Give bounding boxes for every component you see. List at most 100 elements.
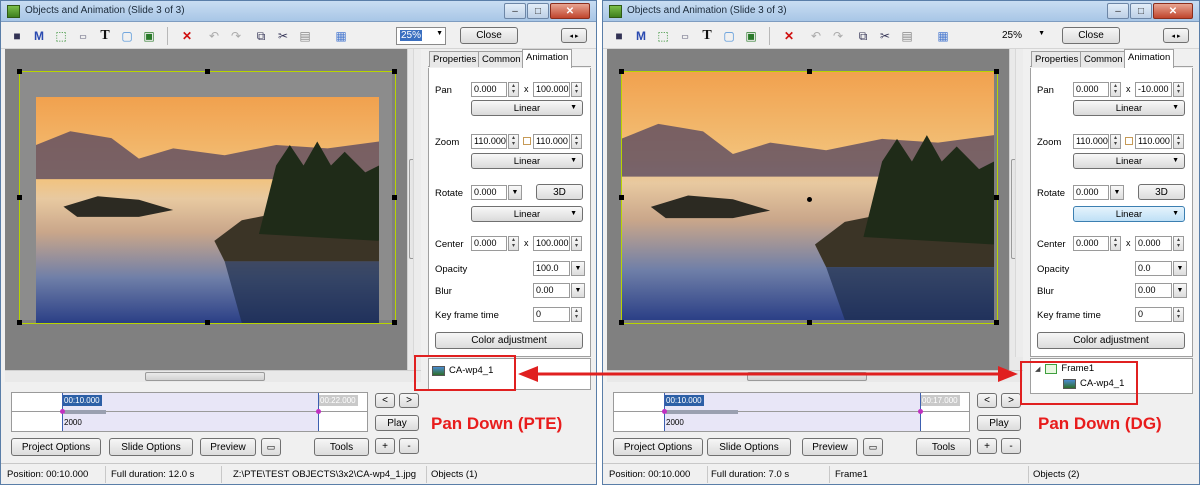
pan-easing-select[interactable]: Linear ▼ [1073,100,1185,116]
image-icon[interactable]: ▣ [141,28,157,44]
slide-canvas[interactable] [607,49,1009,370]
center-y-field[interactable]: 0.000 [1135,236,1172,251]
zoom-x-spinner[interactable]: ▴ ▾ [508,134,519,149]
zoom-y-field[interactable]: 110.000 [533,134,570,149]
key-frame-time-field[interactable]: 0 [533,307,570,322]
rotate-field[interactable]: 0.000 [471,185,507,200]
resize-handle[interactable] [392,195,397,200]
resize-handle[interactable] [994,195,999,200]
delete-icon[interactable]: ✕ [179,28,195,44]
text-t-icon[interactable]: T [97,28,113,44]
cut-icon[interactable]: ✂ [877,28,893,44]
tab-animation[interactable]: Animation [1124,49,1175,68]
project-options-button[interactable]: Project Options [11,438,101,456]
tab-animation[interactable]: Animation [522,49,573,68]
blur-field[interactable]: 0.00 [533,283,570,298]
tab-properties[interactable]: Properties [429,51,481,67]
pan-x-field[interactable]: 0.000 [1073,82,1109,97]
grid-icon[interactable]: ▦ [333,28,349,44]
center-x-spinner[interactable]: ▴ ▾ [508,236,519,251]
resize-handle[interactable] [17,69,22,74]
zoom-easing-select[interactable]: Linear ▼ [1073,153,1185,169]
delete-icon[interactable]: ✕ [781,28,797,44]
center-y-spinner[interactable]: ▴ ▾ [1173,236,1184,251]
tab-properties[interactable]: Properties [1031,51,1083,67]
keyframe-marker[interactable] [662,409,667,414]
scroll-thumb[interactable] [145,372,265,381]
pan-y-field[interactable]: -10.000 [1135,82,1172,97]
minimize-button[interactable]: – [1107,3,1129,19]
key-frame-time-spinner[interactable]: ▴ ▾ [571,307,582,322]
blur-dropdown[interactable]: ▼ [571,283,585,298]
resize-handle[interactable] [392,320,397,325]
center-point[interactable] [807,197,812,202]
resize-handle[interactable] [807,320,812,325]
keyframe-marker[interactable] [918,409,923,414]
center-y-field[interactable]: 100.000 [533,236,570,251]
pan-y-spinner[interactable]: ▴ ▾ [571,82,582,97]
add-keyframe-button[interactable]: + [977,438,997,454]
redo-icon[interactable]: ↷ [830,28,846,44]
key-frame-time-field[interactable]: 0 [1135,307,1172,322]
resize-handle[interactable] [17,195,22,200]
play-button[interactable]: Play [977,415,1021,431]
rotate-dropdown[interactable]: ▼ [1110,185,1124,200]
pan-x-field[interactable]: 0.000 [471,82,507,97]
zoom-x-spinner[interactable]: ▴ ▾ [1110,134,1121,149]
paste-icon[interactable]: ▤ [899,28,915,44]
zoom-y-field[interactable]: 110.000 [1135,134,1172,149]
tab-common[interactable]: Common [478,51,525,67]
rectangle-icon[interactable]: ▢ [119,28,135,44]
rotate-field[interactable]: 0.000 [1073,185,1109,200]
redo-icon[interactable]: ↷ [228,28,244,44]
cut-icon[interactable]: ✂ [275,28,291,44]
selection-frame[interactable] [19,71,396,324]
rotate-easing-select[interactable]: Linear ▼ [1073,206,1185,222]
opacity-field[interactable]: 0.0 [1135,261,1172,276]
frame-icon[interactable]: ⬚ [655,28,671,44]
image-icon[interactable]: ▣ [743,28,759,44]
center-x-field[interactable]: 0.000 [1073,236,1109,251]
keyframe-marker[interactable] [316,409,321,414]
tools-button[interactable]: Tools [314,438,369,456]
preview-button[interactable]: Preview [200,438,256,456]
canvas-horizontal-scrollbar[interactable] [607,370,1023,382]
prev-button[interactable]: < [375,393,395,408]
resize-handle[interactable] [205,320,210,325]
rectangle-icon[interactable]: ▢ [721,28,737,44]
camera-icon[interactable]: ■ [9,28,25,44]
grid-icon[interactable]: ▦ [935,28,951,44]
undo-icon[interactable]: ↶ [206,28,222,44]
slide-canvas[interactable] [5,49,407,370]
pan-x-spinner[interactable]: ▴ ▾ [1110,82,1121,97]
remove-keyframe-button[interactable]: - [1001,438,1021,454]
text-m-icon[interactable]: M [31,28,47,44]
play-button[interactable]: Play [375,415,419,431]
scroll-tabs-button[interactable]: ◂ ▸ [561,28,587,43]
remove-keyframe-button[interactable]: - [399,438,419,454]
pan-y-field[interactable]: 100.000 [533,82,570,97]
tools-button[interactable]: Tools [916,438,971,456]
camera-icon[interactable]: ■ [611,28,627,44]
text-m-icon[interactable]: M [633,28,649,44]
zoom-easing-select[interactable]: Linear ▼ [471,153,583,169]
slide-options-button[interactable]: Slide Options [707,438,791,456]
zoom-x-field[interactable]: 110.000 [1073,134,1109,149]
blur-dropdown[interactable]: ▼ [1173,283,1187,298]
rotate-easing-select[interactable]: Linear ▼ [471,206,583,222]
center-x-field[interactable]: 0.000 [471,236,507,251]
undo-icon[interactable]: ↶ [808,28,824,44]
close-window-button[interactable]: ✕ [550,3,590,19]
center-x-spinner[interactable]: ▴ ▾ [1110,236,1121,251]
close-button[interactable]: Close [460,27,518,44]
resize-handle[interactable] [994,69,999,74]
resize-handle[interactable] [994,320,999,325]
resize-handle[interactable] [807,69,812,74]
button-icon[interactable]: ▭ [75,28,91,44]
resize-handle[interactable] [205,69,210,74]
close-button[interactable]: Close [1062,27,1120,44]
preview-button[interactable]: Preview [802,438,858,456]
zoom-link-checkbox[interactable] [1125,137,1133,145]
key-frame-time-spinner[interactable]: ▴ ▾ [1173,307,1184,322]
opacity-dropdown[interactable]: ▼ [571,261,585,276]
